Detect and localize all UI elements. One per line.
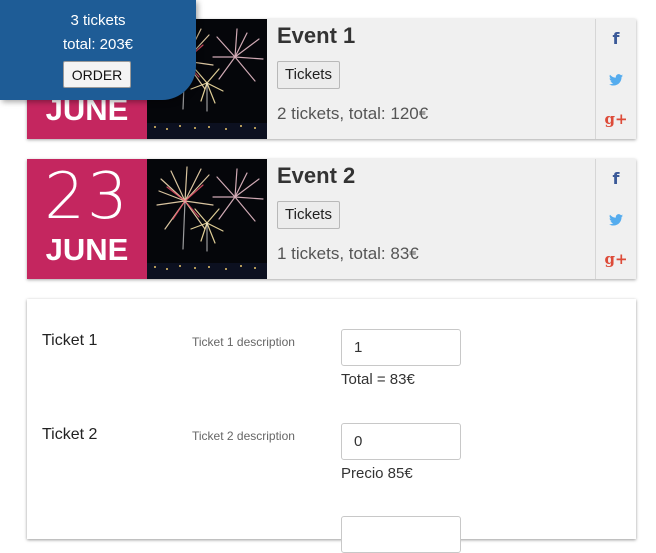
ticket-name: Ticket 2 bbox=[42, 426, 98, 443]
facebook-icon[interactable]: f bbox=[596, 169, 636, 188]
social-links: f g+ bbox=[595, 19, 636, 139]
fireworks-image bbox=[147, 159, 267, 279]
tickets-panel: Ticket 1 Ticket 1 description Total = 83… bbox=[27, 299, 636, 553]
event-ticket-summary: 1 tickets, total: 83€ bbox=[277, 244, 419, 263]
event-day: 23 bbox=[44, 160, 130, 234]
event-title: Event 2 bbox=[277, 163, 356, 188]
facebook-icon[interactable]: f bbox=[596, 29, 636, 48]
tickets-button[interactable]: Tickets bbox=[277, 61, 340, 89]
ticket-quantity-input[interactable] bbox=[341, 329, 461, 366]
event-month: JUNE bbox=[45, 232, 129, 267]
order-button[interactable]: ORDER bbox=[63, 61, 131, 88]
event-card: 23 JUNE bbox=[27, 159, 636, 279]
cart-ticket-count: 3 tickets bbox=[70, 12, 126, 29]
tickets-button[interactable]: Tickets bbox=[277, 201, 340, 229]
cart-total: total: 203€ bbox=[62, 36, 134, 53]
ticket-description: Ticket 1 description bbox=[192, 335, 295, 349]
event-date: 23 JUNE bbox=[27, 159, 147, 279]
social-links: f g+ bbox=[595, 159, 636, 279]
twitter-icon[interactable] bbox=[596, 211, 636, 230]
ticket-name: Ticket 1 bbox=[42, 332, 98, 349]
twitter-icon[interactable] bbox=[596, 71, 636, 90]
google-plus-icon[interactable]: g+ bbox=[596, 250, 636, 268]
ticket-total: Total = 83€ bbox=[341, 371, 415, 388]
ticket-description: Ticket 2 description bbox=[192, 429, 295, 443]
event-ticket-summary: 2 tickets, total: 120€ bbox=[277, 104, 429, 123]
event-title: Event 1 bbox=[277, 23, 356, 48]
ticket-price: Precio 85€ bbox=[341, 465, 413, 482]
ticket-quantity-input[interactable] bbox=[341, 423, 461, 460]
ticket-quantity-input[interactable] bbox=[341, 516, 461, 553]
cart-summary: 3 tickets total: 203€ ORDER bbox=[0, 0, 196, 100]
google-plus-icon[interactable]: g+ bbox=[596, 110, 636, 128]
